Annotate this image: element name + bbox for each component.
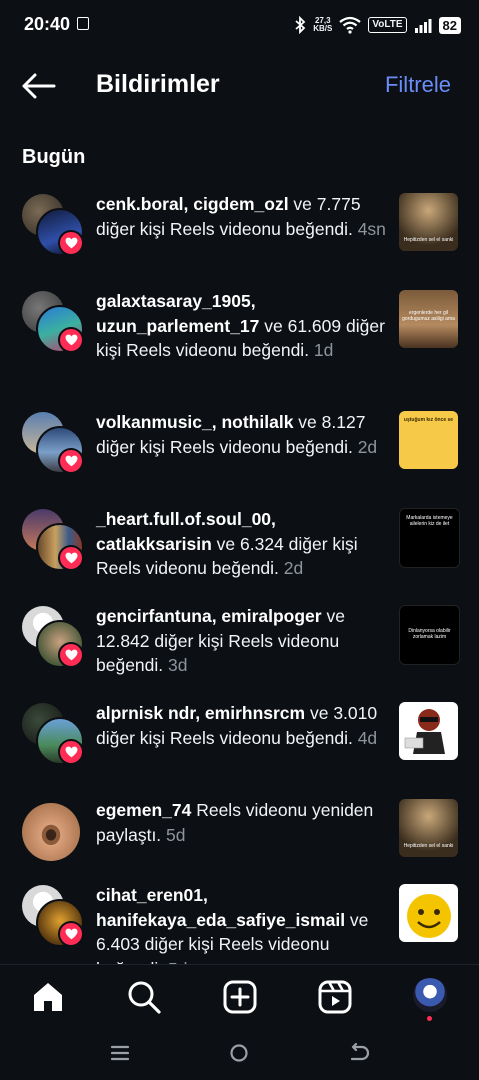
net-speed-unit: KB/S bbox=[313, 24, 333, 33]
notification-users[interactable]: cihat_eren01, hanifekaya_eda_safiye_isma… bbox=[96, 885, 345, 930]
notification-time: 5d bbox=[166, 824, 186, 845]
section-title: Bugün bbox=[22, 146, 86, 168]
notification-users[interactable]: alprnisk ndr, emirhnsrcm bbox=[96, 703, 305, 723]
page-title: Bildirimler bbox=[96, 70, 220, 98]
thumbnail-caption: ergenlerde her gil gordugumuz asiligi am… bbox=[402, 310, 455, 322]
reel-thumbnail[interactable]: Hepitizden sel el sanki bbox=[399, 193, 458, 251]
avatar-group[interactable] bbox=[22, 412, 84, 474]
heart-icon bbox=[58, 230, 84, 256]
wifi-icon bbox=[339, 16, 362, 34]
notification-users[interactable]: gencirfantuna, emiralpoger bbox=[96, 606, 322, 626]
notification-text: cenk.boral, cigdem_ozl ve 7.775 diğer ki… bbox=[96, 192, 386, 241]
reel-thumbnail[interactable] bbox=[399, 702, 458, 760]
back-button-icon[interactable] bbox=[348, 1043, 370, 1063]
thumbnail-caption: Hepitizden sel el sanki bbox=[403, 843, 454, 849]
emoji-face-icon bbox=[407, 894, 451, 938]
battery-indicator: 82 bbox=[438, 16, 461, 34]
signal-icon bbox=[414, 19, 432, 33]
reel-thumbnail[interactable]: uştuğum kız önce se bbox=[399, 411, 458, 469]
thumbnail-caption: uştuğum kız önce se bbox=[403, 417, 454, 423]
heart-icon bbox=[58, 739, 84, 765]
net-speed: 27,3 KB/S bbox=[313, 17, 332, 33]
avatar-group[interactable] bbox=[22, 291, 84, 353]
notification-item[interactable]: gencirfantuna, emiralpoger ve 12.842 diğ… bbox=[0, 598, 479, 694]
notification-icon bbox=[77, 17, 89, 30]
search-icon[interactable] bbox=[126, 979, 162, 1015]
notification-users[interactable]: egemen_74 bbox=[96, 800, 191, 820]
notification-text: galaxtasaray_1905, uzun_parlement_17 ve … bbox=[96, 289, 386, 363]
notification-item[interactable]: _heart.full.of.soul_00, catlakksarisin v… bbox=[0, 501, 479, 597]
notification-item[interactable]: galaxtasaray_1905, uzun_parlement_17 ve … bbox=[0, 283, 479, 379]
notification-text: volkanmusic_, nothilalk ve 8.127 diğer k… bbox=[96, 410, 386, 459]
bluetooth-icon bbox=[295, 16, 306, 34]
heart-icon bbox=[58, 327, 84, 353]
notification-time: 3d bbox=[168, 655, 188, 675]
reels-icon[interactable] bbox=[317, 979, 353, 1015]
back-arrow-icon[interactable] bbox=[20, 70, 56, 102]
volte-badge: VoLTE bbox=[368, 17, 407, 33]
avatar-group[interactable] bbox=[22, 800, 82, 861]
cartoon-figure-icon bbox=[404, 709, 445, 754]
notification-list[interactable]: cenk.boral, cigdem_ozl ve 7.775 diğer ki… bbox=[0, 186, 479, 964]
notification-text: egemen_74 Reels videonu yeniden paylaştı… bbox=[96, 798, 386, 847]
create-icon[interactable] bbox=[222, 979, 258, 1015]
reel-thumbnail[interactable] bbox=[399, 884, 458, 942]
notification-item[interactable]: cihat_eren01, hanifekaya_eda_safiye_isma… bbox=[0, 877, 479, 964]
notification-item[interactable]: cenk.boral, cigdem_ozl ve 7.775 diğer ki… bbox=[0, 186, 479, 282]
reel-thumbnail[interactable]: Dinlanyorsa olabilir zorlamak lazim bbox=[399, 605, 460, 665]
avatar-group[interactable] bbox=[22, 509, 84, 571]
heart-icon bbox=[58, 642, 84, 668]
status-time: 20:40 bbox=[24, 14, 71, 34]
notification-time: 2d bbox=[357, 436, 378, 457]
avatar bbox=[22, 803, 80, 861]
heart-icon bbox=[58, 448, 84, 474]
heart-icon bbox=[58, 921, 84, 947]
thumbnail-caption: Dinlanyorsa olabilir zorlamak lazim bbox=[408, 628, 451, 640]
reel-thumbnail[interactable]: Hepitizden sel el sanki bbox=[399, 799, 458, 857]
notification-time: 4sn bbox=[357, 218, 386, 239]
avatar-group[interactable] bbox=[22, 194, 84, 256]
avatar-group[interactable] bbox=[22, 606, 84, 668]
thumbnail-caption: Hepitizden sel el sanki bbox=[403, 237, 454, 243]
filter-button[interactable]: Filtrele bbox=[385, 72, 451, 98]
menu-icon[interactable] bbox=[110, 1044, 130, 1062]
reel-thumbnail[interactable]: ergenlerde her gil gordugumuz asiligi am… bbox=[399, 290, 458, 348]
home-button-icon[interactable] bbox=[229, 1043, 249, 1063]
notification-text: cihat_eren01, hanifekaya_eda_safiye_isma… bbox=[96, 883, 386, 964]
thumbnail-caption: Markalarda istemeye ailelerin kiz de ile… bbox=[406, 515, 453, 527]
status-right: 27,3 KB/S VoLTE 82 bbox=[294, 14, 461, 36]
notification-users[interactable]: cenk.boral, cigdem_ozl bbox=[96, 194, 289, 214]
home-icon[interactable] bbox=[30, 979, 66, 1015]
status-bar: 20:40 27,3 KB/S VoLTE 82 bbox=[0, 0, 479, 48]
notification-users[interactable]: galaxtasaray_1905, uzun_parlement_17 bbox=[96, 291, 259, 336]
reel-thumbnail[interactable]: Markalarda istemeye ailelerin kiz de ile… bbox=[399, 508, 460, 568]
notification-time: 1d bbox=[313, 340, 334, 360]
notification-users[interactable]: volkanmusic_, nothilalk bbox=[96, 412, 293, 432]
bottom-nav bbox=[0, 964, 479, 1029]
notification-item[interactable]: egemen_74 Reels videonu yeniden paylaştı… bbox=[0, 792, 479, 888]
profile-avatar[interactable] bbox=[413, 978, 447, 1012]
heart-icon bbox=[58, 545, 84, 571]
notification-dot bbox=[427, 1016, 432, 1021]
avatar-group[interactable] bbox=[22, 885, 84, 947]
notification-time: 4d bbox=[357, 727, 378, 748]
header: Bildirimler Filtrele bbox=[0, 58, 479, 114]
notification-text: gencirfantuna, emiralpoger ve 12.842 diğ… bbox=[96, 604, 386, 678]
notification-item[interactable]: alprnisk ndr, emirhnsrcm ve 3.010 diğer … bbox=[0, 695, 479, 791]
notification-item[interactable]: volkanmusic_, nothilalk ve 8.127 diğer k… bbox=[0, 404, 479, 500]
avatar-group[interactable] bbox=[22, 703, 84, 765]
notification-text: alprnisk ndr, emirhnsrcm ve 3.010 diğer … bbox=[96, 701, 386, 750]
system-navigation-bar bbox=[0, 1028, 479, 1080]
notification-time: 2d bbox=[283, 558, 304, 578]
notification-text: _heart.full.of.soul_00, catlakksarisin v… bbox=[96, 507, 386, 581]
